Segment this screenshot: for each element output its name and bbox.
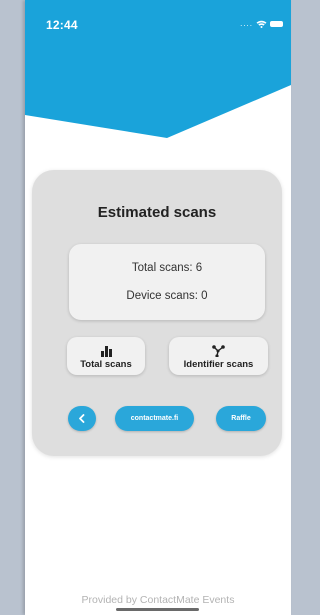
total-scans-label: Total scans	[80, 359, 132, 370]
battery-icon	[270, 21, 283, 27]
scan-summary-box: Total scans: 6 Device scans: 0	[69, 244, 265, 320]
contactmate-link-button[interactable]: contactmate.fi	[115, 406, 194, 431]
phone-screen: 12:44 .... Estimated scans Total scans: …	[25, 0, 291, 615]
footer-credit: Provided by ContactMate Events	[81, 594, 235, 606]
status-icons: ....	[240, 20, 283, 28]
signal-dots: ....	[240, 19, 253, 28]
device-scans-text: Device scans: 0	[126, 290, 208, 302]
wifi-icon	[256, 20, 267, 28]
status-bar: 12:44 ....	[25, 0, 291, 44]
home-indicator[interactable]	[116, 608, 199, 611]
network-icon	[212, 345, 225, 357]
bar-chart-icon	[100, 346, 112, 357]
estimated-scans-card: Estimated scans Total scans: 6 Device sc…	[32, 170, 282, 456]
identifier-scans-label: Identifier scans	[183, 359, 254, 370]
back-button[interactable]	[68, 406, 96, 431]
total-scans-button[interactable]: Total scans	[67, 337, 145, 375]
raffle-button[interactable]: Raffle	[216, 406, 266, 431]
chevron-left-icon	[79, 414, 85, 423]
total-scans-text: Total scans: 6	[131, 262, 203, 274]
identifier-scans-button[interactable]: Identifier scans	[169, 337, 268, 375]
card-title: Estimated scans	[97, 204, 217, 221]
status-time: 12:44	[46, 18, 78, 32]
